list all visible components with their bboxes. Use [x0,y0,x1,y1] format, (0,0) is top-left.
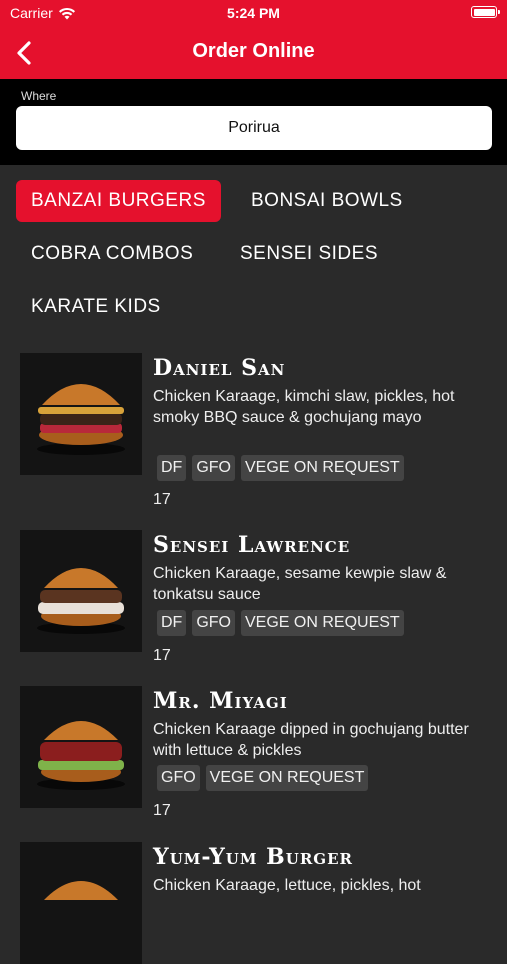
location-label: Where [21,89,57,103]
burger-image [20,353,142,475]
item-tags: GFO VEGE ON REQUEST [157,765,369,791]
item-price: 17 [153,491,171,508]
item-name: Yum-Yum Burger [153,844,354,870]
status-time: 5:24 PM [227,5,280,21]
menu-item[interactable]: Daniel San Chicken Karaage, kimchi slaw,… [0,353,507,513]
menu-item[interactable]: Sensei Lawrence Chicken Karaage, sesame … [0,530,507,670]
tab-cobra-combos[interactable]: COBRA COMBOS [16,233,208,275]
menu-item[interactable]: Yum-Yum Burger Chicken Karaage, lettuce,… [0,842,507,964]
item-price: 17 [153,647,171,664]
tag-badge: DF [157,455,187,481]
tab-banzai-burgers[interactable]: BANZAI BURGERS [16,180,221,222]
tag-badge: DF [157,610,187,636]
item-name: Daniel San [153,355,286,381]
tag-badge: VEGE ON REQUEST [241,610,404,636]
tab-sensei-sides[interactable]: SENSEI SIDES [225,233,393,275]
tab-bonsai-bowls[interactable]: BONSAI BOWLS [236,180,418,222]
tag-badge: GFO [157,765,200,791]
app-header: Carrier 5:24 PM Order Online [0,0,507,79]
location-value: Porirua [228,119,280,136]
menu-item[interactable]: Mr. Miyagi Chicken Karaage dipped in goc… [0,686,507,826]
burger-image [20,686,142,808]
location-section: Where Porirua [0,79,507,165]
burger-image [20,842,142,964]
tab-karate-kids[interactable]: KARATE KIDS [16,286,176,328]
item-description: Chicken Karaage, sesame kewpie slaw & to… [153,565,447,603]
item-price: 17 [153,802,171,819]
item-description: Chicken Karaage, lettuce, pickles, hot [153,877,421,894]
battery-icon [471,6,500,18]
tag-badge: VEGE ON REQUEST [205,765,369,791]
tag-badge: VEGE ON REQUEST [241,455,404,481]
item-name: Sensei Lawrence [153,532,351,558]
item-tags: DF GFO VEGE ON REQUEST [157,610,404,636]
item-name: Mr. Miyagi [153,688,288,714]
item-description: Chicken Karaage dipped in gochujang butt… [153,721,469,759]
burger-image [20,530,142,652]
status-bar: Carrier 5:24 PM [0,5,507,23]
item-tags: DF GFO VEGE ON REQUEST [157,455,404,481]
tag-badge: GFO [192,610,235,636]
tag-badge: GFO [192,455,235,481]
item-description: Chicken Karaage, kimchi slaw, pickles, h… [153,388,455,426]
page-title: Order Online [192,40,315,62]
location-select[interactable]: Porirua [16,106,492,150]
